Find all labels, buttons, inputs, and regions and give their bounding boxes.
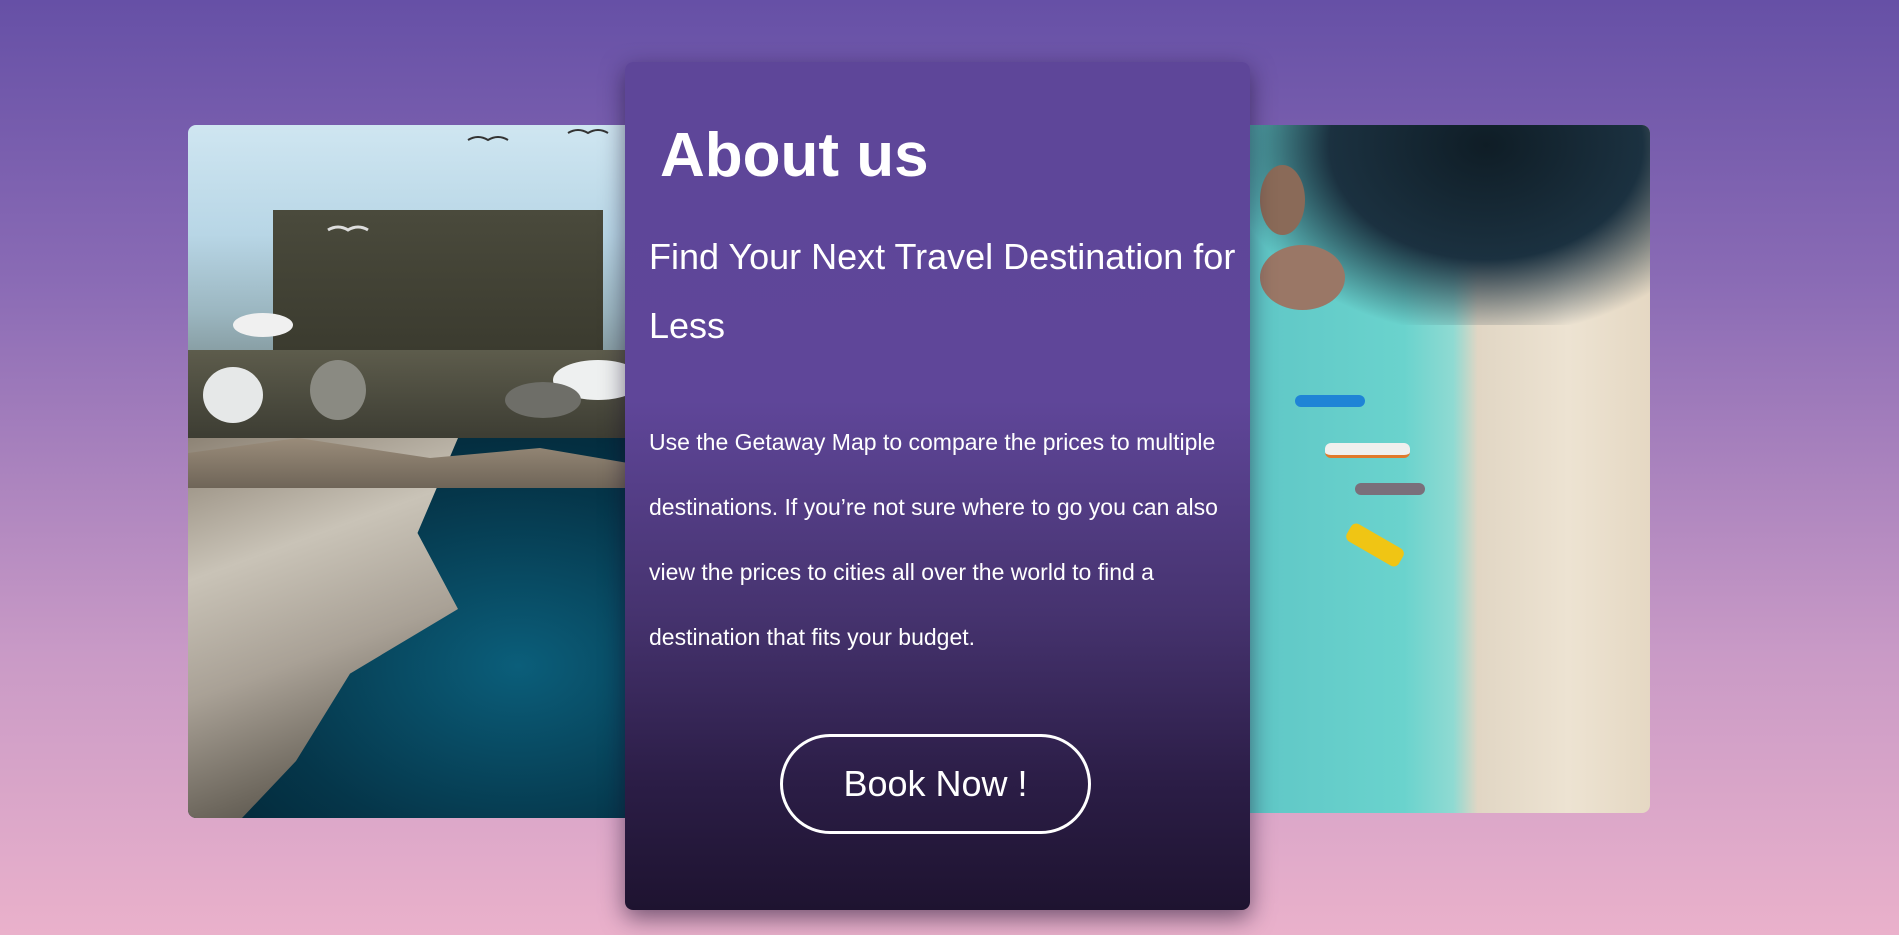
travel-collage-photo: [188, 125, 628, 818]
rock-shape: [1260, 165, 1305, 235]
about-card: About us Find Your Next Travel Destinati…: [625, 62, 1250, 910]
beach-aerial-photo: [1240, 125, 1650, 813]
book-now-button[interactable]: Book Now !: [780, 734, 1091, 834]
about-description: Use the Getaway Map to compare the price…: [649, 429, 1218, 650]
boat-shape: [1295, 395, 1365, 407]
seagulls-graphic: [203, 129, 628, 423]
rock-shape: [1260, 245, 1345, 310]
about-title: About us: [660, 121, 929, 190]
boat-shape: [1355, 483, 1425, 495]
about-subtitle: Find Your Next Travel Destination for Le…: [649, 236, 1236, 346]
boat-shape: [1325, 443, 1410, 458]
seagull-castle-image: [188, 125, 628, 438]
